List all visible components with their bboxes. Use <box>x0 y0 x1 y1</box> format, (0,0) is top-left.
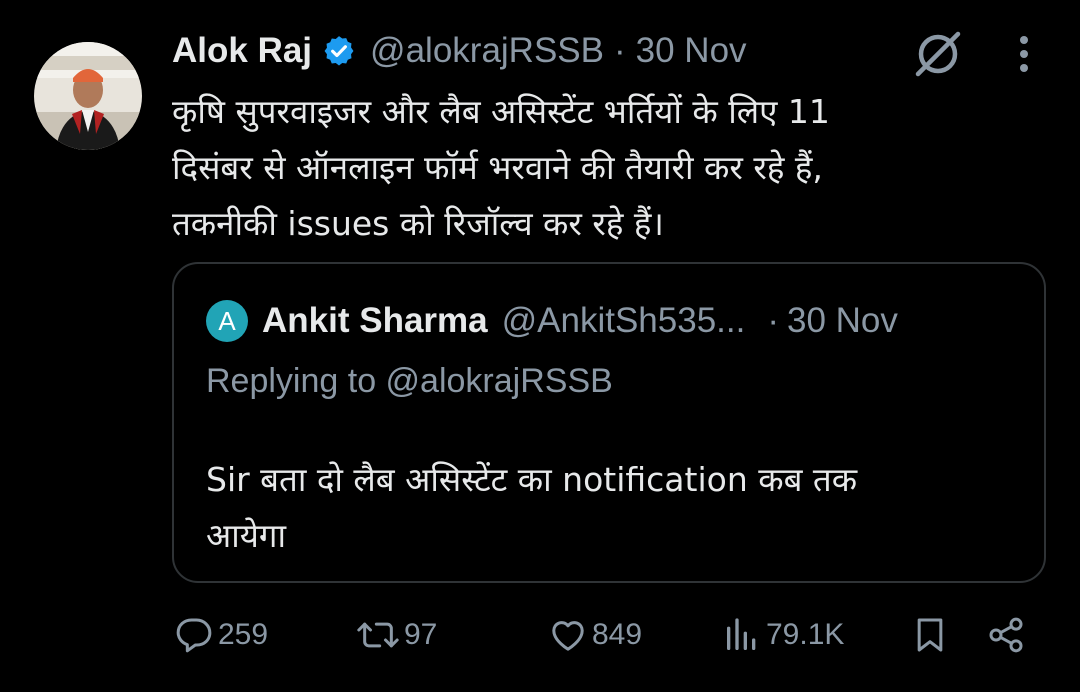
tweet-header: Alok Raj @alokrajRSSB · 30 Nov <box>172 28 747 74</box>
tweet-text-line: तकनीकी issues को रिजॉल्व कर रहे हैं। <box>172 204 664 243</box>
quoted-header-separator: · <box>767 301 779 340</box>
action-bar: 259 97 849 79.1K <box>0 608 1080 662</box>
like-button[interactable]: 849 <box>548 608 642 662</box>
reply-button[interactable]: 259 <box>174 608 268 662</box>
repost-button[interactable]: 97 <box>356 608 437 662</box>
share-icon <box>986 615 1026 655</box>
author-avatar[interactable] <box>34 42 142 150</box>
tweet-text-line: कृषि सुपरवाइजर और लैब असिस्टेंट भर्तियों… <box>172 92 830 131</box>
quoted-tweet-text: Sir बता दो लैब असिस्टेंट का notification… <box>206 452 1006 564</box>
quoted-tweet-date: 30 Nov <box>787 301 898 340</box>
quoted-text-line: आयेगा <box>206 516 286 555</box>
views-button[interactable]: 79.1K <box>722 608 844 662</box>
quoted-author-handle: @AnkitSh535... <box>501 301 746 340</box>
header-separator: · <box>614 31 626 70</box>
tweet-text-line: दिसंबर से ऑनलाइन फॉर्म भरवाने की तैयारी … <box>172 148 823 187</box>
share-button[interactable] <box>986 608 1026 662</box>
bookmark-button[interactable] <box>910 608 950 662</box>
author-handle[interactable]: @alokrajRSSB <box>370 31 604 71</box>
views-count: 79.1K <box>766 618 845 651</box>
verified-badge-icon <box>322 34 356 68</box>
replying-to-label: Replying to @alokrajRSSB <box>206 362 613 400</box>
quoted-tweet-card[interactable]: A Ankit Sharma @AnkitSh535... · 30 Nov R… <box>172 262 1046 583</box>
repost-count: 97 <box>404 618 438 651</box>
grok-icon[interactable] <box>912 28 964 80</box>
more-options-icon[interactable] <box>1008 30 1040 78</box>
like-count: 849 <box>592 618 643 651</box>
repost-icon <box>356 615 400 655</box>
quoted-text-line: Sir बता दो लैब असिस्टेंट का notification… <box>206 460 858 499</box>
quoted-author-name: Ankit Sharma <box>262 301 488 340</box>
bookmark-icon <box>910 615 950 655</box>
quoted-tweet-header: A Ankit Sharma @AnkitSh535... · 30 Nov <box>206 300 898 342</box>
like-icon <box>548 615 588 655</box>
quoted-author-avatar: A <box>206 300 248 342</box>
tweet-text: कृषि सुपरवाइजर और लैब असिस्टेंट भर्तियों… <box>172 84 1012 252</box>
tweet-date[interactable]: 30 Nov <box>636 31 747 71</box>
views-icon <box>722 615 762 655</box>
reply-icon <box>174 615 214 655</box>
author-name[interactable]: Alok Raj <box>172 31 312 71</box>
reply-count: 259 <box>218 618 269 651</box>
